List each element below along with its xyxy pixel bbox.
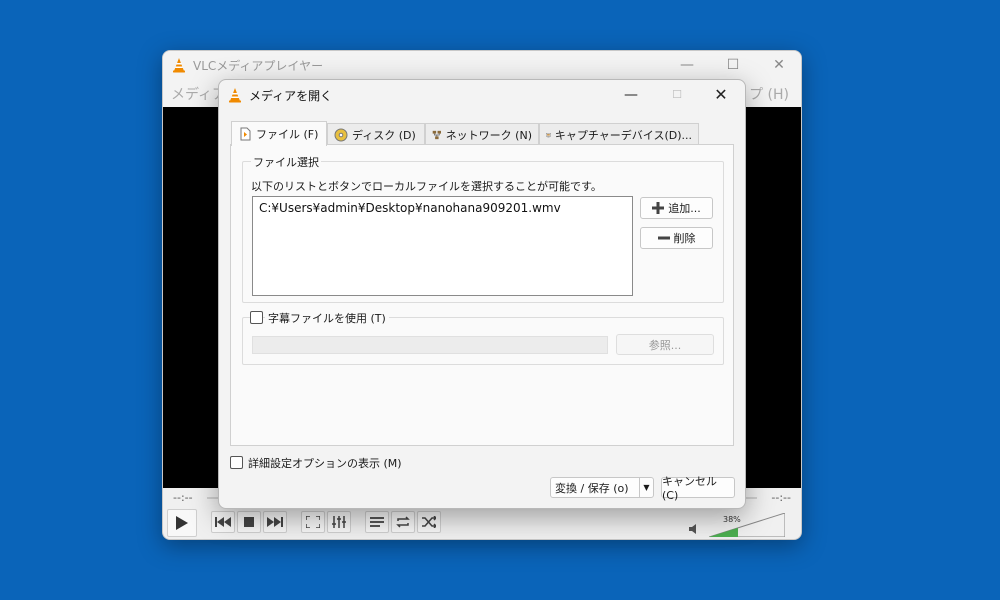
- close-icon[interactable]: ✕: [699, 83, 743, 107]
- elapsed-time: --:--: [173, 491, 193, 504]
- play-button[interactable]: [167, 509, 197, 537]
- browse-subtitle-button: 参照...: [616, 334, 714, 355]
- maximize-icon: ☐: [672, 88, 682, 101]
- volume-level: 38%: [723, 515, 741, 524]
- file-tab-panel: ファイル選択 以下のリストとボタンでローカルファイルを選択することが可能です。 …: [230, 144, 734, 446]
- cancel-button[interactable]: キャンセル (C): [661, 475, 735, 502]
- vlc-cone-icon: [229, 88, 241, 103]
- stop-icon: [244, 517, 254, 527]
- capture-device-icon: [546, 132, 551, 137]
- vlc-titlebar: VLCメディアプレイヤー — ☐ ✕: [163, 51, 801, 79]
- advanced-options-label[interactable]: 詳細設定オプションの表示 (M): [248, 455, 402, 471]
- play-icon: [176, 516, 188, 530]
- subtitle-path-input: [252, 336, 608, 354]
- file-selection-description: 以下のリストとボタンでローカルファイルを選択することが可能です。: [251, 180, 602, 193]
- volume-slider[interactable]: [709, 513, 785, 537]
- vlc-cone-icon: [173, 58, 185, 73]
- vlc-window-title: VLCメディアプレイヤー: [193, 59, 324, 73]
- stop-button[interactable]: [237, 511, 261, 533]
- close-icon[interactable]: ✕: [757, 53, 801, 77]
- playlist-icon: [370, 517, 384, 527]
- equalizer-icon: [332, 516, 346, 528]
- minimize-icon[interactable]: —: [665, 53, 709, 77]
- speaker-icon[interactable]: [689, 523, 701, 535]
- next-button[interactable]: [263, 511, 287, 533]
- plus-icon: [652, 202, 665, 214]
- loop-icon: [396, 516, 410, 528]
- remove-file-button[interactable]: 削除: [640, 227, 713, 249]
- open-media-dialog: メディアを開く — ☐ ✕ ファイル (F) ディスク (D) ネットワーク (…: [218, 79, 746, 509]
- file-list[interactable]: C:¥Users¥admin¥Desktop¥nanohana909201.wm…: [252, 196, 633, 296]
- tab-disc[interactable]: ディスク (D): [327, 123, 425, 145]
- previous-button[interactable]: [211, 511, 235, 533]
- disc-icon: [334, 128, 348, 141]
- minus-icon: [657, 236, 670, 240]
- subtitle-checkbox-label[interactable]: 字幕ファイルを使用 (T): [265, 310, 389, 326]
- file-selection-group: ファイル選択 以下のリストとボタンでローカルファイルを選択することが可能です。 …: [242, 154, 724, 303]
- advanced-options-checkbox[interactable]: [230, 456, 243, 469]
- skip-back-icon: [215, 517, 231, 527]
- network-icon: [432, 130, 441, 139]
- fullscreen-icon: [306, 516, 320, 528]
- add-file-button[interactable]: 追加...: [640, 197, 713, 219]
- menu-help[interactable]: プ (H): [749, 84, 789, 104]
- file-icon: [240, 127, 251, 141]
- list-item[interactable]: C:¥Users¥admin¥Desktop¥nanohana909201.wm…: [259, 201, 561, 215]
- subtitle-checkbox[interactable]: [250, 311, 263, 324]
- subtitle-group: 字幕ファイルを使用 (T) 参照...: [242, 310, 724, 365]
- shuffle-icon: [422, 516, 436, 528]
- playlist-button[interactable]: [365, 511, 389, 533]
- tab-capture-device[interactable]: キャプチャーデバイス(D)...: [539, 123, 699, 145]
- dialog-titlebar: メディアを開く — ☐ ✕: [219, 80, 745, 110]
- loop-button[interactable]: [391, 511, 415, 533]
- minimize-icon[interactable]: —: [609, 83, 653, 107]
- total-time: --:--: [771, 491, 791, 504]
- tab-file[interactable]: ファイル (F): [231, 121, 327, 146]
- skip-forward-icon: [267, 517, 283, 527]
- file-selection-label: ファイル選択: [251, 154, 321, 170]
- maximize-icon[interactable]: ☐: [711, 53, 755, 77]
- tab-network[interactable]: ネットワーク (N): [425, 123, 539, 145]
- dialog-title: メディアを開く: [249, 89, 333, 103]
- shuffle-button[interactable]: [417, 511, 441, 533]
- fullscreen-button[interactable]: [301, 511, 325, 533]
- chevron-down-icon[interactable]: ▼: [639, 478, 653, 497]
- extended-settings-button[interactable]: [327, 511, 351, 533]
- convert-save-button[interactable]: 変換 / 保存 (o) ▼: [550, 477, 654, 498]
